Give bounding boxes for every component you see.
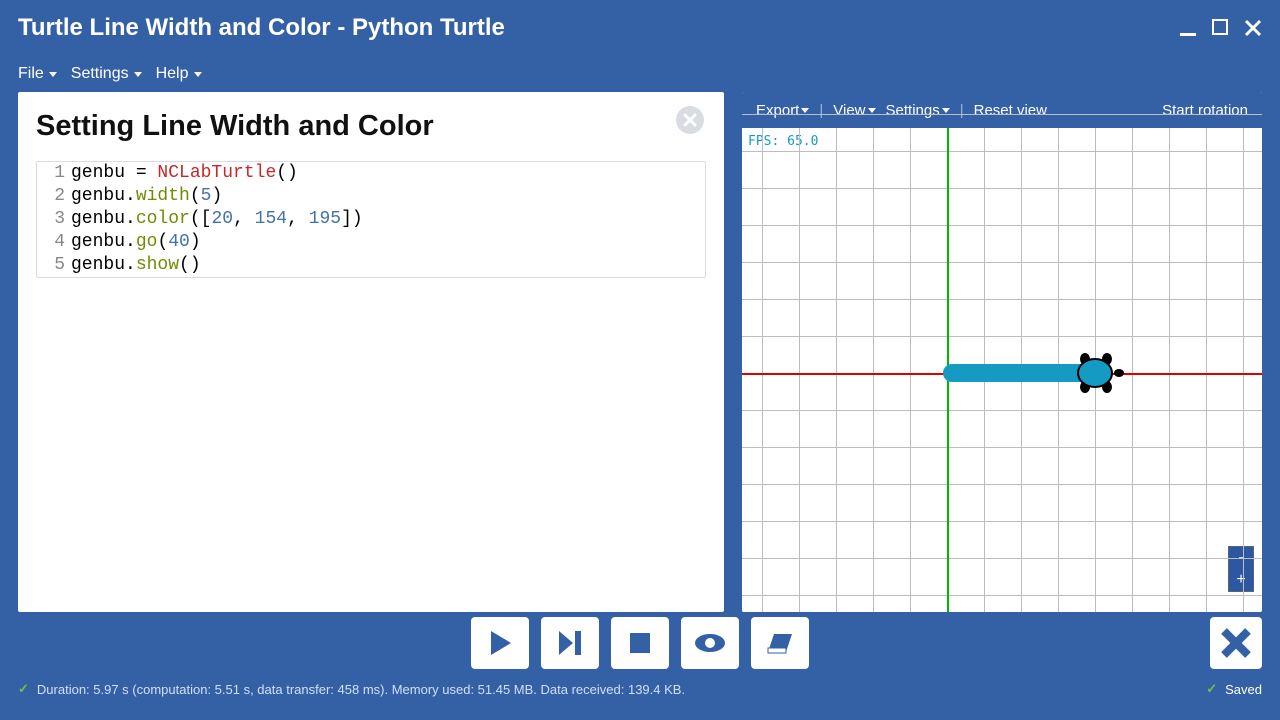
erase-button[interactable] — [751, 617, 809, 669]
toolbar-export[interactable]: Export — [756, 102, 809, 119]
menu-help[interactable]: Help — [156, 65, 202, 83]
code-line: 1genbu = NCLabTurtle() — [37, 162, 705, 185]
canvas-panel: Export | View Settings | Reset view Star… — [742, 92, 1262, 612]
menu-settings[interactable]: Settings — [71, 65, 142, 83]
minimize-button[interactable] — [1180, 19, 1198, 37]
chevron-down-icon — [134, 72, 142, 77]
saved-label: Saved — [1225, 682, 1262, 697]
playback-controls — [0, 612, 1280, 674]
code-line: 5genbu.show() — [37, 254, 705, 277]
menubar: File Settings Help — [0, 56, 1280, 92]
chevron-down-icon — [868, 108, 876, 113]
statusbar: ✓ Duration: 5.97 s (computation: 5.51 s,… — [0, 674, 1280, 704]
toolbar-view[interactable]: View — [833, 102, 875, 119]
separator: | — [960, 102, 964, 119]
code-panel: Setting Line Width and Color 1genbu = NC… — [18, 92, 724, 612]
code-line: 3genbu.color([20, 154, 195]) — [37, 208, 705, 231]
workspace: Setting Line Width and Color 1genbu = NC… — [0, 92, 1280, 612]
play-button[interactable] — [471, 617, 529, 669]
toolbar-settings[interactable]: Settings — [886, 102, 950, 119]
turtle-canvas[interactable]: FPS: 65.0 - + — [742, 128, 1262, 612]
chevron-down-icon — [801, 108, 809, 113]
window-close-button[interactable] — [1244, 19, 1262, 37]
code-editor[interactable]: 1genbu = NCLabTurtle()2genbu.width(5)3ge… — [36, 161, 706, 278]
toolbar-start-rotation[interactable]: Start rotation — [1162, 102, 1248, 119]
titlebar: Turtle Line Width and Color - Python Tur… — [0, 0, 1280, 56]
code-line: 2genbu.width(5) — [37, 185, 705, 208]
menu-file[interactable]: File — [18, 65, 57, 83]
status-text: Duration: 5.97 s (computation: 5.51 s, d… — [37, 682, 685, 697]
chevron-down-icon — [942, 108, 950, 113]
check-icon: ✓ — [1206, 681, 1217, 697]
step-button[interactable] — [541, 617, 599, 669]
maximize-button[interactable] — [1212, 19, 1230, 37]
zoom-in-button[interactable]: + — [1229, 569, 1253, 591]
chevron-down-icon — [194, 72, 202, 77]
code-line: 4genbu.go(40) — [37, 231, 705, 254]
check-icon: ✓ — [18, 681, 29, 697]
window-title: Turtle Line Width and Color - Python Tur… — [18, 14, 1180, 42]
close-panel-button[interactable] — [676, 106, 704, 134]
zoom-controls: - + — [1228, 546, 1254, 592]
canvas-toolbar: Export | View Settings | Reset view Star… — [742, 92, 1262, 128]
panel-heading: Setting Line Width and Color — [36, 110, 706, 143]
separator: | — [819, 102, 823, 119]
fps-display: FPS: 65.0 — [748, 134, 818, 149]
turtle-icon — [1071, 351, 1125, 395]
chevron-down-icon — [49, 72, 57, 77]
stop-button[interactable] — [611, 617, 669, 669]
close-button[interactable] — [1210, 617, 1262, 669]
toolbar-reset-view[interactable]: Reset view — [974, 102, 1047, 119]
view-button[interactable] — [681, 617, 739, 669]
window-controls — [1180, 19, 1262, 37]
